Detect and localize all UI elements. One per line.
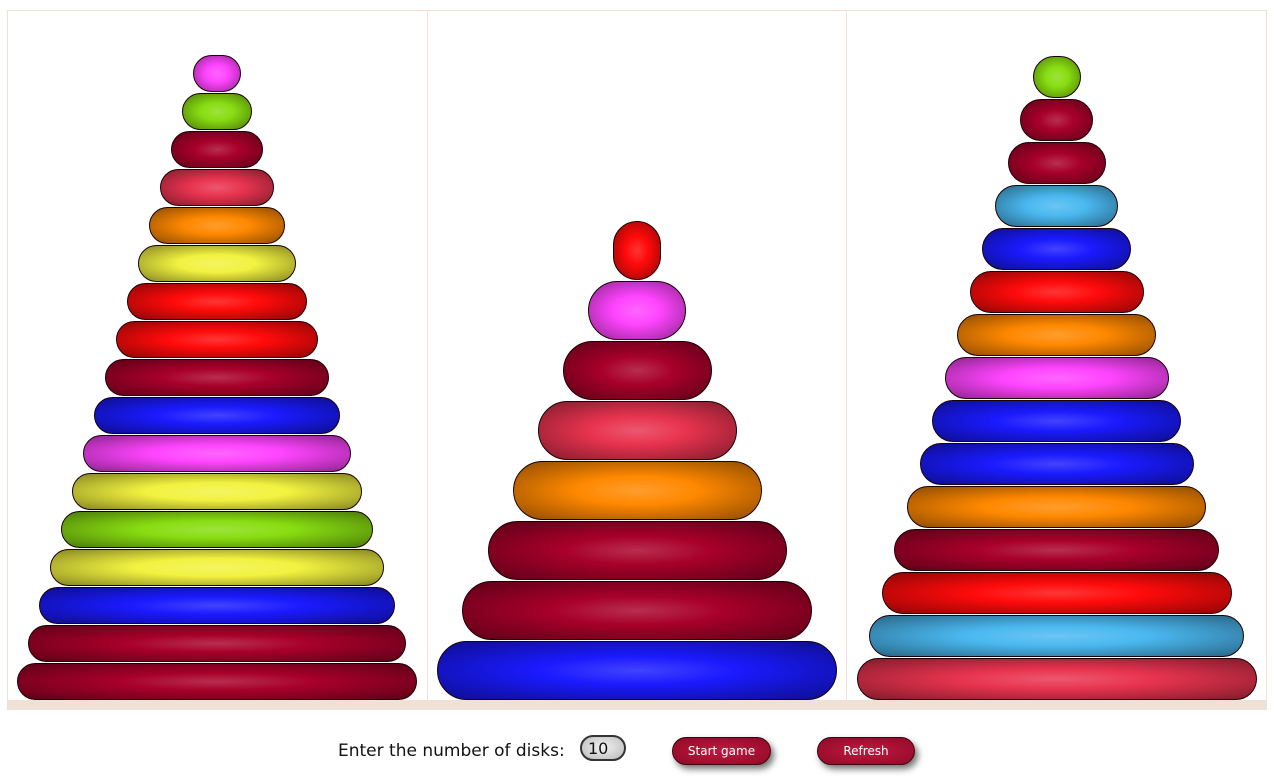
disk-blue[interactable]	[982, 228, 1132, 270]
disk-crimson[interactable]	[160, 169, 275, 206]
disk-yellow[interactable]	[50, 549, 385, 586]
controls-bar: Enter the number of disks: Start game Re…	[0, 733, 1274, 769]
disk-red[interactable]	[881, 572, 1232, 614]
disk-crimson[interactable]	[856, 658, 1257, 700]
disk-blue[interactable]	[94, 397, 341, 434]
refresh-button[interactable]: Refresh	[817, 737, 915, 765]
disk-orange[interactable]	[957, 314, 1157, 356]
disk-maroon[interactable]	[1007, 142, 1106, 184]
disk-count-input[interactable]	[580, 735, 626, 761]
disk-green[interactable]	[182, 93, 253, 130]
disk-blue[interactable]	[437, 641, 837, 700]
disk-maroon[interactable]	[894, 529, 1220, 571]
disk-orange[interactable]	[907, 486, 1207, 528]
disk-cyan[interactable]	[995, 185, 1119, 227]
disk-magenta[interactable]	[944, 357, 1169, 399]
disk-cyan[interactable]	[869, 615, 1245, 657]
disk-green[interactable]	[1032, 56, 1081, 98]
disk-green[interactable]	[61, 511, 374, 548]
disk-magenta[interactable]	[193, 55, 242, 92]
board-base	[7, 700, 1267, 710]
disk-blue[interactable]	[39, 587, 396, 624]
disk-blue[interactable]	[932, 400, 1182, 442]
disk-red[interactable]	[116, 321, 319, 358]
disk-orange[interactable]	[512, 461, 762, 520]
disk-orange[interactable]	[149, 207, 286, 244]
disk-crimson[interactable]	[537, 401, 737, 460]
disk-yellow[interactable]	[72, 473, 363, 510]
disk-maroon[interactable]	[1020, 99, 1094, 141]
disk-maroon[interactable]	[105, 359, 330, 396]
disk-red[interactable]	[969, 271, 1144, 313]
disk-blue[interactable]	[919, 443, 1194, 485]
disk-red[interactable]	[127, 283, 308, 320]
tower-right[interactable]	[846, 11, 1268, 701]
disk-yellow[interactable]	[138, 245, 297, 282]
disk-maroon[interactable]	[487, 521, 787, 580]
disk-maroon[interactable]	[562, 341, 712, 400]
tower-left[interactable]	[7, 11, 427, 701]
disk-magenta[interactable]	[588, 281, 686, 340]
game-board	[7, 10, 1268, 701]
start-game-button[interactable]: Start game	[672, 737, 771, 765]
tower-middle[interactable]	[426, 11, 847, 701]
disk-magenta[interactable]	[83, 435, 352, 472]
disk-maroon[interactable]	[171, 131, 264, 168]
disk-red[interactable]	[613, 221, 661, 280]
disk-maroon[interactable]	[462, 581, 812, 640]
disk-count-label: Enter the number of disks:	[338, 741, 565, 761]
disk-maroon[interactable]	[28, 625, 407, 662]
disk-maroon[interactable]	[17, 663, 418, 700]
